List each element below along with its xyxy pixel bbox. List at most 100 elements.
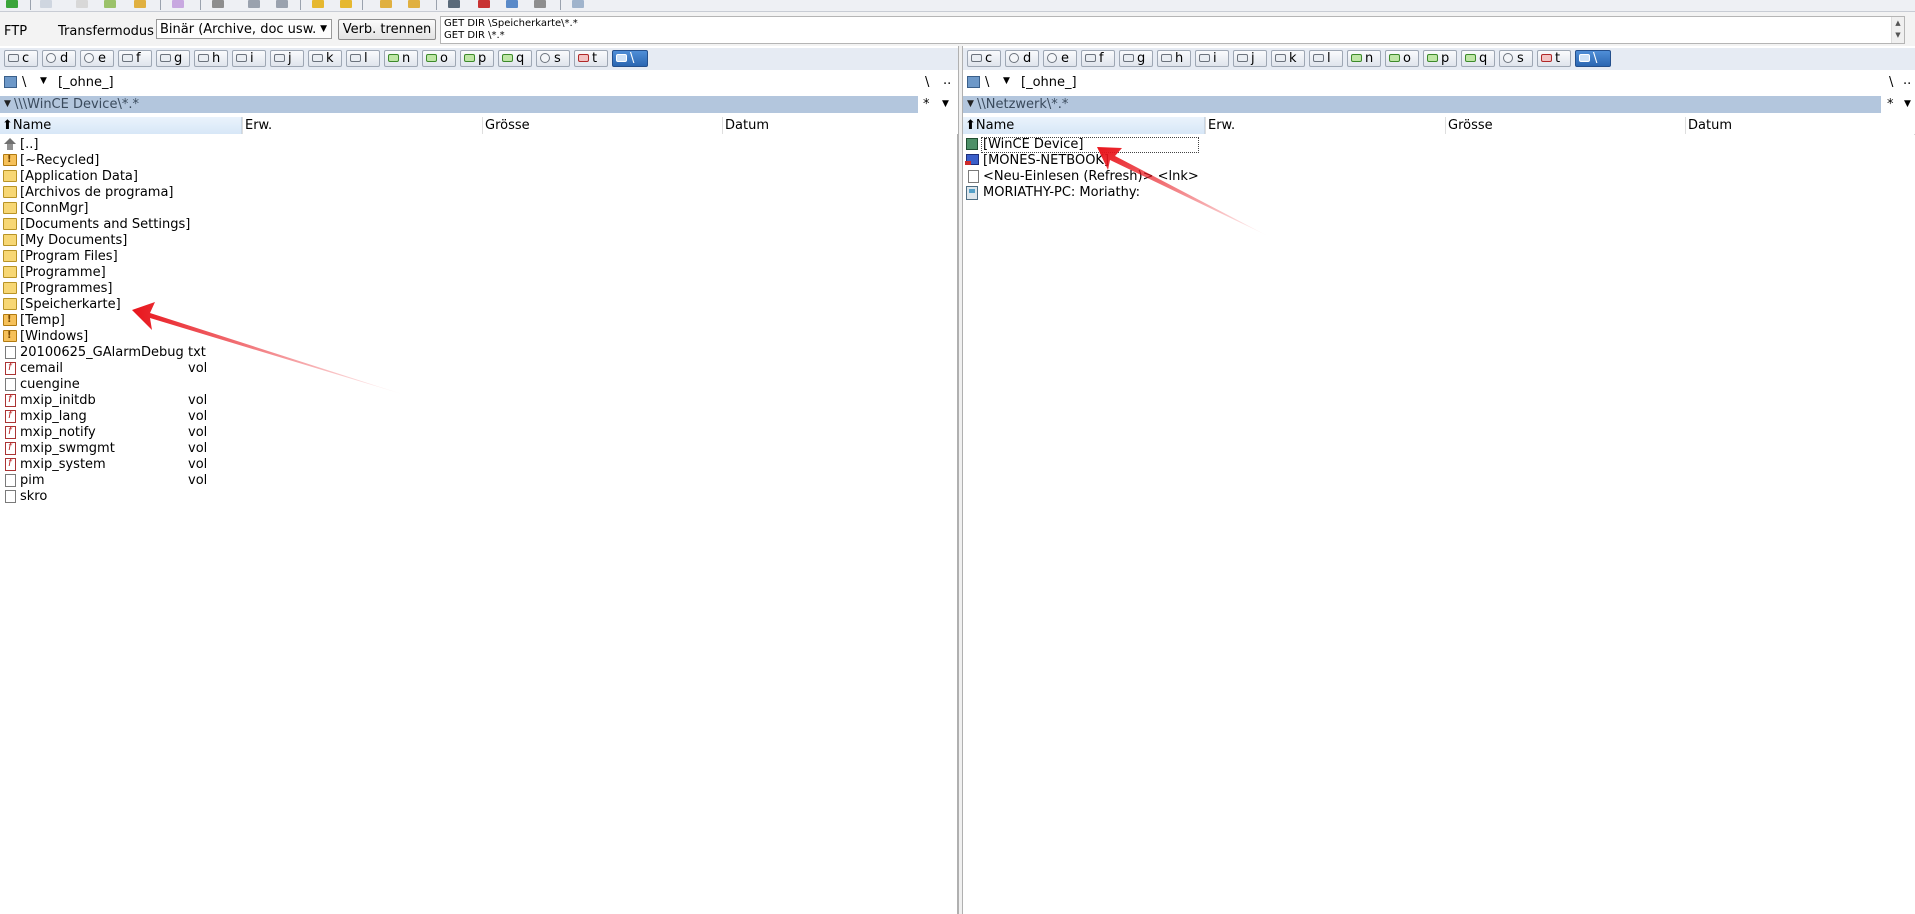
drive-button-d[interactable]: d (1005, 50, 1039, 67)
forward-icon[interactable] (276, 0, 288, 8)
drive-button-n[interactable]: n (1347, 50, 1381, 67)
drive-button-j[interactable]: j (270, 50, 304, 67)
drive-button-h[interactable]: h (1157, 50, 1191, 67)
column-date[interactable]: Datum (1685, 117, 1915, 134)
properties-icon[interactable] (534, 0, 546, 8)
filter-star[interactable]: * (1887, 96, 1894, 113)
root-button[interactable]: \ (925, 75, 929, 90)
folder-row[interactable]: [Speicherkarte] (0, 297, 600, 313)
chevron-down-icon[interactable]: ▼ (40, 76, 47, 86)
filter-label[interactable]: [_ohne_] (58, 75, 114, 90)
drive-button-i[interactable]: i (232, 50, 266, 67)
drive-button-c[interactable]: c (967, 50, 1001, 67)
column-date[interactable]: Datum (722, 117, 958, 134)
notes-icon[interactable] (572, 0, 584, 8)
drive-button-i[interactable]: i (1195, 50, 1229, 67)
folder-new-icon[interactable] (312, 0, 324, 8)
current-drive[interactable]: \ (985, 75, 989, 90)
drive-button-o[interactable]: o (422, 50, 456, 67)
back-icon[interactable] (248, 0, 260, 8)
drive-button-q[interactable]: q (1461, 50, 1495, 67)
chevron-down-icon[interactable]: ▼ (4, 96, 11, 113)
file-row[interactable]: MORIATHY-PC: Moriathy: (963, 185, 1563, 201)
file-panel-right[interactable]: [WinCE Device] [MONES-NETBOOK] <Neu-Einles… (963, 134, 1914, 914)
view-icon[interactable] (40, 0, 52, 8)
folder-row[interactable]: [ConnMgr] (0, 201, 600, 217)
drive-button-g[interactable]: g (1119, 50, 1153, 67)
column-size[interactable]: Grösse (1445, 117, 1685, 134)
file-row[interactable]: cuengine (0, 377, 600, 393)
file-row[interactable]: mxip_notify vol (0, 424, 600, 441)
drive-button-l[interactable]: l (1309, 50, 1343, 67)
folder-row[interactable]: [Programmes] (0, 281, 600, 297)
transfer-mode-select[interactable]: Binär (Archive, doc usw. ▼ (156, 19, 332, 39)
file-row[interactable]: 20100625_GAlarmDebug txt (0, 345, 600, 361)
column-ext[interactable]: Erw. (242, 117, 482, 134)
parent-button[interactable]: .. (943, 73, 951, 88)
chevron-down-icon[interactable]: ▼ (967, 96, 974, 113)
drive-button-l[interactable]: l (346, 50, 380, 67)
folder-row[interactable]: [Programme] (0, 265, 600, 281)
file-row[interactable]: skro (0, 489, 600, 505)
disconnect-button[interactable]: Verb. trennen (338, 19, 436, 40)
log-scrollbar[interactable]: ▲ ▼ (1891, 17, 1904, 43)
filter-star[interactable]: * (923, 96, 930, 113)
path-header-right[interactable]: ▼ \\Netzwerk\*.* (963, 96, 1881, 113)
folder-row[interactable]: [Documents and Settings] (0, 217, 600, 233)
folder-row[interactable]: [..] (0, 137, 600, 153)
drive-button-o[interactable]: o (1385, 50, 1419, 67)
move-icon[interactable] (172, 0, 184, 8)
drive-button-c[interactable]: c (4, 50, 38, 67)
drive-button-q[interactable]: q (498, 50, 532, 67)
column-name[interactable]: ⬆Name (0, 117, 242, 134)
root-button[interactable]: \ (1889, 75, 1893, 90)
compare-icon[interactable] (380, 0, 392, 8)
file-row[interactable]: mxip_initdb vol (0, 392, 600, 409)
refresh-icon[interactable] (6, 0, 18, 8)
folder-open-icon[interactable] (340, 0, 352, 8)
drive-button-network[interactable]: \ (612, 50, 648, 67)
drive-button-k[interactable]: k (308, 50, 342, 67)
file-row[interactable]: mxip_system vol (0, 456, 600, 473)
transfer-icon[interactable] (506, 0, 518, 8)
folder-row[interactable]: [~Recycled] (0, 152, 600, 169)
history-dropdown-icon[interactable]: ▼ (942, 96, 949, 113)
drive-button-s[interactable]: s (536, 50, 570, 67)
copy-icon[interactable] (134, 0, 146, 8)
column-size[interactable]: Grösse (482, 117, 722, 134)
file-icon[interactable] (76, 0, 88, 8)
drive-button-f[interactable]: f (118, 50, 152, 67)
delete-icon[interactable] (478, 0, 490, 8)
image-icon[interactable] (104, 0, 116, 8)
file-row[interactable]: <Neu-Einlesen (Refresh)> <lnk> (963, 169, 1563, 185)
ftp-log[interactable]: GET DIR \Speicherkarte\*.* GET DIR \*.* … (440, 16, 1905, 44)
file-row[interactable]: mxip_lang vol (0, 408, 600, 425)
folder-row[interactable]: [Temp] (0, 312, 600, 329)
drive-button-n[interactable]: n (384, 50, 418, 67)
folder-row[interactable]: [Archivos de programa] (0, 185, 600, 201)
file-row[interactable]: cemail vol (0, 360, 600, 377)
drive-button-t[interactable]: t (574, 50, 608, 67)
chevron-down-icon[interactable]: ▼ (1003, 76, 1010, 86)
file-row[interactable]: pim vol (0, 473, 600, 489)
current-drive[interactable]: \ (22, 75, 26, 90)
file-row[interactable]: mxip_swmgmt vol (0, 440, 600, 457)
drive-button-f[interactable]: f (1081, 50, 1115, 67)
file-panel-left[interactable]: [..][~Recycled][Application Data][Archiv… (0, 134, 958, 914)
drive-button-j[interactable]: j (1233, 50, 1267, 67)
column-ext[interactable]: Erw. (1205, 117, 1445, 134)
folder-row[interactable]: [Program Files] (0, 249, 600, 265)
drive-button-d[interactable]: d (42, 50, 76, 67)
drive-button-e[interactable]: e (1043, 50, 1077, 67)
filter-label[interactable]: [_ohne_] (1021, 75, 1077, 90)
file-row[interactable]: [MONES-NETBOOK] (963, 153, 1563, 169)
drive-button-p[interactable]: p (460, 50, 494, 67)
column-name[interactable]: ⬆Name (963, 117, 1205, 134)
path-header-left[interactable]: ▼ \\\WinCE Device\*.* (0, 96, 918, 113)
drive-button-network[interactable]: \ (1575, 50, 1611, 67)
drive-button-s[interactable]: s (1499, 50, 1533, 67)
drive-button-p[interactable]: p (1423, 50, 1457, 67)
parent-button[interactable]: .. (1903, 73, 1911, 88)
folder-row[interactable]: [Application Data] (0, 169, 600, 185)
folder-row[interactable]: [Windows] (0, 328, 600, 345)
